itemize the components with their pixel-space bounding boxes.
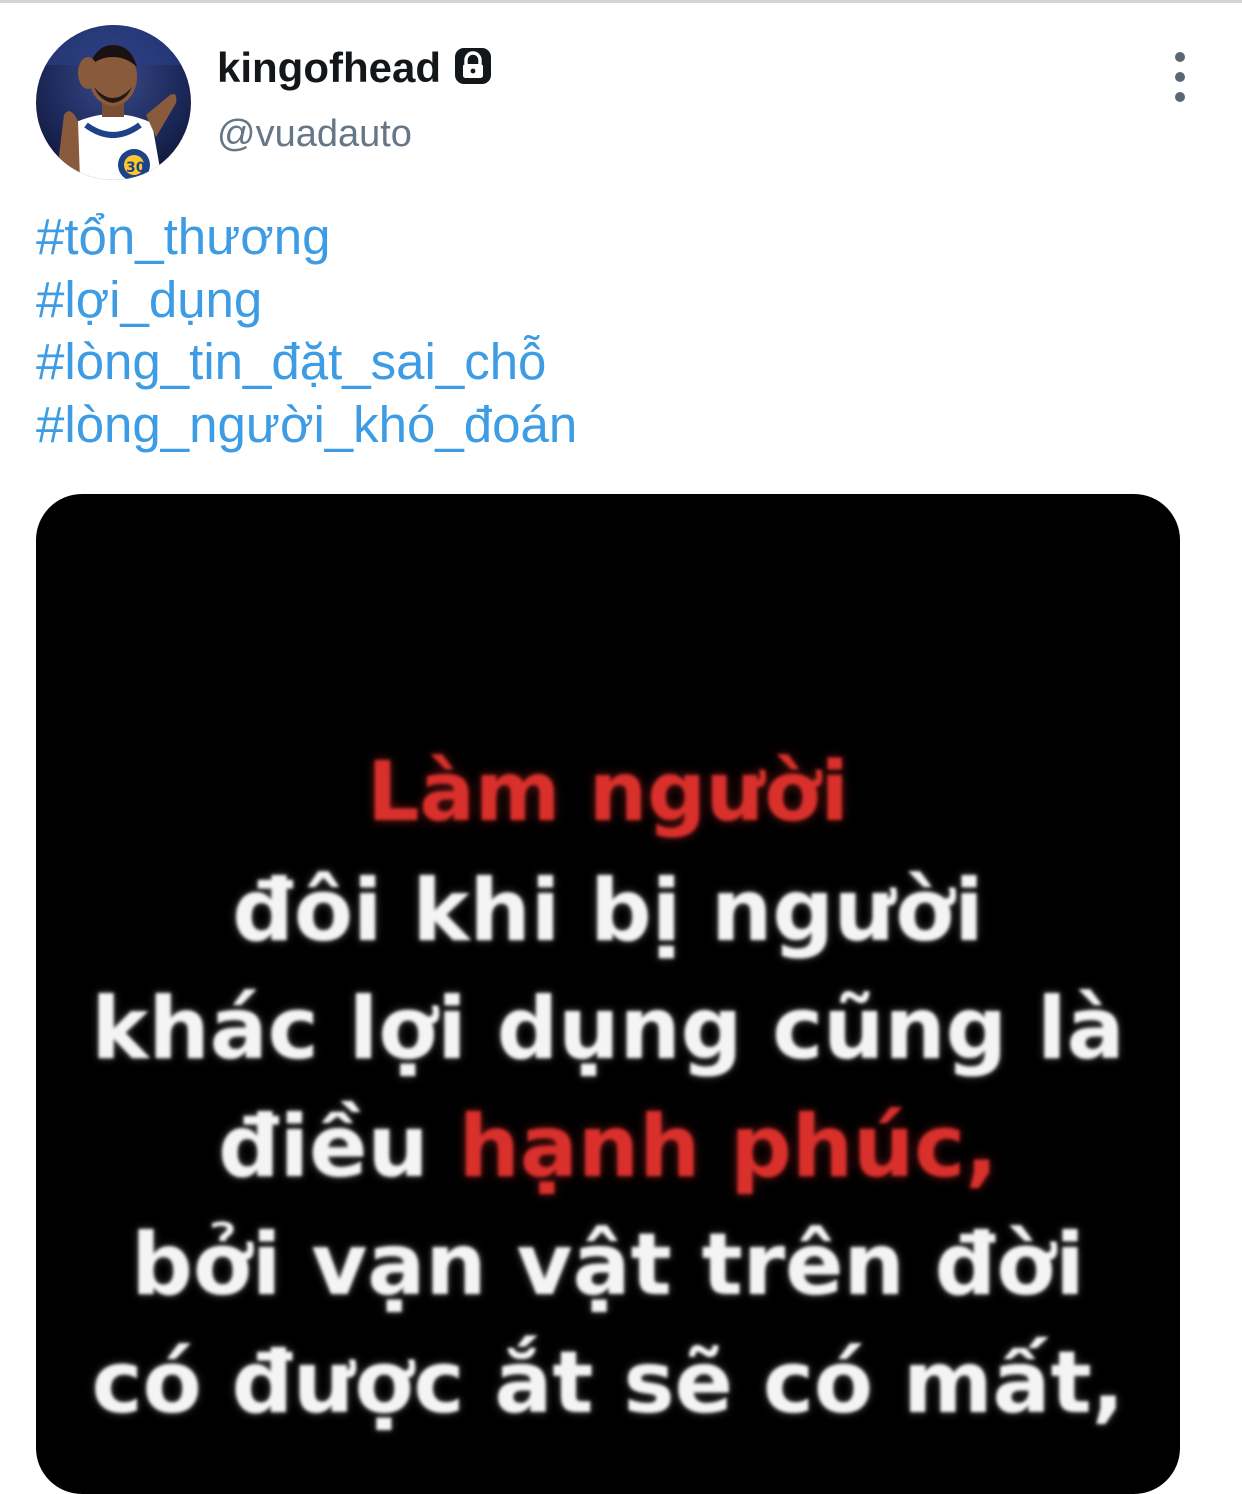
- more-vertical-icon: [1175, 52, 1185, 62]
- quote-line: khác lợi dụng cũng là: [91, 979, 1125, 1079]
- quote-line-prefix: điều: [218, 1097, 459, 1197]
- tweet-text: #tổn_thương #lợi_dụng #lòng_tin_đặt_sai_…: [36, 206, 577, 456]
- tweet-image[interactable]: Làm người đôi khi bị người khác lợi dụng…: [36, 494, 1180, 1494]
- quote-line: điều hạnh phúc,: [36, 1088, 1180, 1206]
- more-vertical-icon-dot: [1175, 92, 1185, 102]
- quote-line: bởi vạn vật trên đời: [131, 1215, 1085, 1315]
- image-quote-text: Làm người đôi khi bị người khác lợi dụng…: [36, 734, 1180, 1442]
- hashtag-link[interactable]: #lợi_dụng: [36, 269, 577, 332]
- quote-line: có được ắt sẽ có mất,: [91, 1333, 1125, 1433]
- avatar-image: 30: [36, 25, 191, 180]
- quote-line: đôi khi bị người: [232, 861, 984, 961]
- more-vertical-icon-dot: [1175, 72, 1185, 82]
- hashtag-link[interactable]: #tổn_thương: [36, 206, 577, 269]
- avatar[interactable]: 30: [36, 25, 191, 180]
- quote-highlight: hạnh phúc,: [458, 1097, 998, 1197]
- author-name[interactable]: kingofhead: [217, 40, 493, 96]
- hashtag-link[interactable]: #lòng_người_khó_đoán: [36, 394, 577, 457]
- top-divider: [0, 0, 1242, 3]
- hashtag-link[interactable]: #lòng_tin_đặt_sai_chỗ: [36, 331, 577, 394]
- author-handle[interactable]: @vuadauto: [217, 108, 412, 160]
- svg-text:30: 30: [126, 160, 146, 176]
- lock-icon: [453, 44, 493, 84]
- more-options-button[interactable]: [1160, 52, 1200, 102]
- display-name-text: kingofhead: [217, 44, 442, 91]
- quote-line: Làm người: [367, 745, 849, 840]
